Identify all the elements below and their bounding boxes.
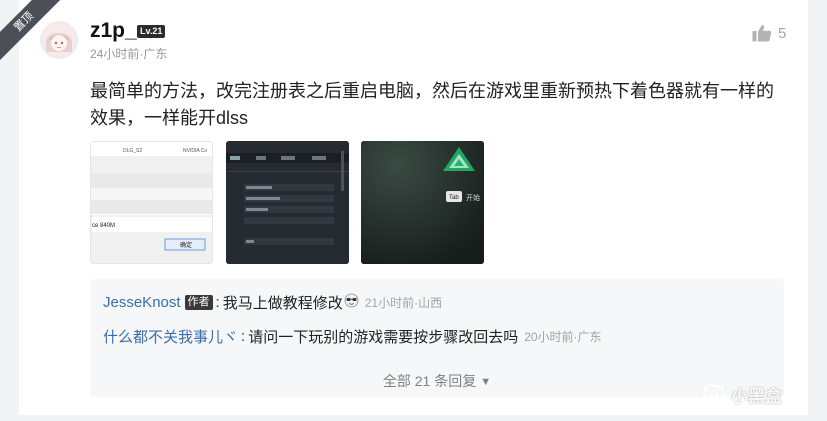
reply-item[interactable]: 什么都不关我事儿ヾ : 请问一下玩别的游戏需要按步骤改回去吗 20小时前·广东 xyxy=(103,326,602,347)
sunglasses-emoji-icon xyxy=(344,293,359,312)
game-settings-screenshot-image xyxy=(226,141,349,264)
registry-screenshot-image: DLG_S2 NVIDIA Co ce 840M 确定 xyxy=(91,142,212,263)
image-thumbnail-3[interactable]: Tab 开始 xyxy=(361,141,484,264)
comment-text: 最简单的方法，改完注册表之后重启电脑，然后在游戏里重新预热下着色器就有一样的效果… xyxy=(90,81,774,128)
thumbs-up-icon xyxy=(752,25,772,42)
view-all-replies-label: 全部 21 条回复 xyxy=(382,373,477,389)
replies-section: JesseKnost 作者 : 我马上做教程修改 21小时前·山西 什么都不关我… xyxy=(90,279,784,397)
thumb1-text-2: NVIDIA Co xyxy=(183,148,207,154)
bottom-margin xyxy=(0,415,827,421)
thumb1-text-4: 确定 xyxy=(180,241,192,249)
reply-colon: : xyxy=(215,294,220,311)
heybox-logo-icon xyxy=(702,383,726,405)
level-badge: Lv.21 xyxy=(137,25,166,38)
right-margin xyxy=(808,0,827,421)
like-button[interactable]: 5 xyxy=(752,24,786,42)
reply-text: 请问一下玩别的游戏需要按步骤改回去吗 xyxy=(248,329,519,346)
reply-time-location: 21小时前·山西 xyxy=(364,296,443,310)
reply-time-location: 20小时前·广东 xyxy=(524,330,602,344)
thumb1-text-3: ce 840M xyxy=(92,223,115,229)
image-thumbnail-2[interactable] xyxy=(226,141,349,264)
image-thumbnail-1[interactable]: DLG_S2 NVIDIA Co ce 840M 确定 xyxy=(90,141,213,264)
reply-colon: : xyxy=(241,328,246,345)
like-count: 5 xyxy=(778,24,787,42)
view-all-replies-button[interactable]: 全部 21 条回复 ▼ xyxy=(90,371,784,391)
reply-username[interactable]: 什么都不关我事儿ヾ xyxy=(103,326,238,347)
game-scene-screenshot-image: Tab 开始 xyxy=(361,141,484,264)
reply-username[interactable]: JesseKnost xyxy=(103,294,181,311)
left-margin xyxy=(0,0,19,421)
reply-text: 我马上做教程修改 xyxy=(222,295,343,312)
avatar[interactable] xyxy=(40,21,78,59)
comment-time-location: 24小时前·广东 xyxy=(90,47,168,61)
reply-item[interactable]: JesseKnost 作者 : 我马上做教程修改 21小时前·山西 xyxy=(103,292,442,313)
chevron-down-icon: ▼ xyxy=(480,376,492,389)
author-tag: 作者 xyxy=(184,295,213,310)
thumb3-text-2: 开始 xyxy=(466,193,480,202)
username[interactable]: z1p_ xyxy=(90,19,137,43)
avatar-image-icon xyxy=(41,22,77,58)
watermark: 小黑盒 xyxy=(702,382,782,407)
thumb3-text-1: Tab xyxy=(449,195,459,201)
watermark-text: 小黑盒 xyxy=(731,387,782,406)
thumb1-text-1: DLG_S2 xyxy=(123,148,142,154)
